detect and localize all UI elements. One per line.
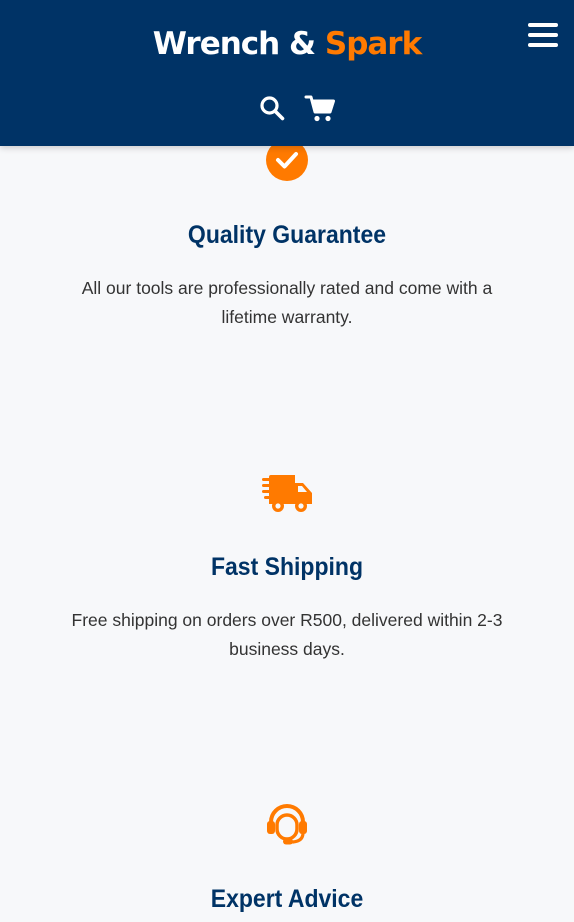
page: Wrench & Spark Quality Guarantee All our… <box>0 0 574 922</box>
feature-title: Quality Guarantee <box>187 221 387 249</box>
headset-icon <box>263 803 313 847</box>
hamburger-menu-icon[interactable] <box>526 20 560 50</box>
site-logo[interactable]: Wrench & Spark <box>0 22 574 66</box>
feature-title: Fast Shipping <box>210 553 364 581</box>
logo-text-primary: Wrench & <box>152 26 325 62</box>
site-header: Wrench & Spark <box>0 0 574 146</box>
shopping-cart-icon[interactable] <box>304 93 336 123</box>
logo-text-accent: Spark <box>324 26 422 62</box>
feature-description: All our tools are professionally rated a… <box>81 278 493 327</box>
search-icon[interactable] <box>258 94 286 122</box>
shipping-truck-icon <box>261 471 315 515</box>
feature-description: Free shipping on orders over R500, deliv… <box>71 610 503 659</box>
feature-title: Expert Advice <box>210 885 364 913</box>
